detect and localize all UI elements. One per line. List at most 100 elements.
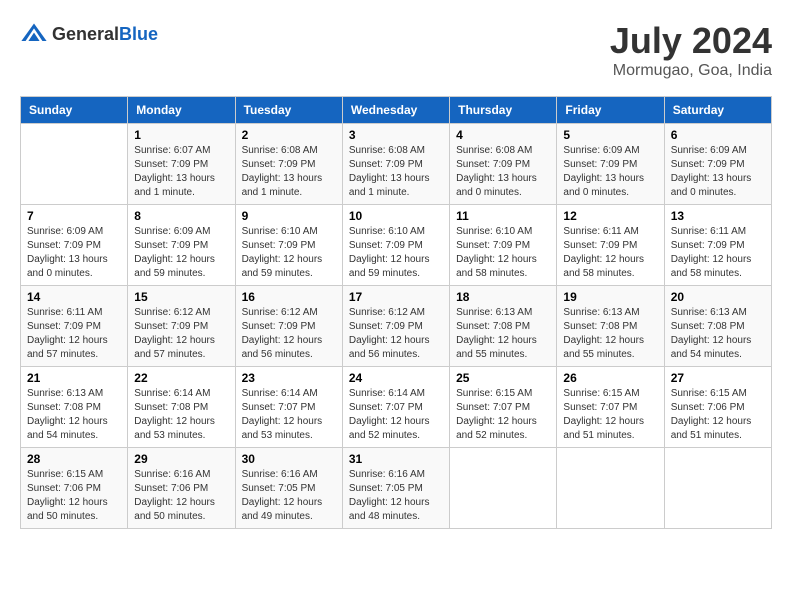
day-number: 19 <box>563 290 657 304</box>
day-number: 5 <box>563 128 657 142</box>
logo-general-text: General <box>52 24 119 44</box>
day-info: Sunrise: 6:12 AMSunset: 7:09 PMDaylight:… <box>134 306 228 362</box>
cell-w5-d6 <box>557 448 664 529</box>
day-number: 28 <box>27 452 121 466</box>
day-number: 25 <box>456 371 550 385</box>
week-row-5: 28 Sunrise: 6:15 AMSunset: 7:06 PMDayligh… <box>21 448 772 529</box>
day-number: 16 <box>242 290 336 304</box>
cell-w5-d3: 30Sunrise: 6:16 AMSunset: 7:05 PMDayligh… <box>235 448 342 529</box>
cell-w2-d1: 7 Sunrise: 6:09 AMSunset: 7:09 PMDaylight… <box>21 205 128 286</box>
week-row-3: 14 Sunrise: 6:11 AMSunset: 7:09 PMDayligh… <box>21 286 772 367</box>
cell-w1-d1 <box>21 124 128 205</box>
cell-w3-d3: 16 Sunrise: 6:12 AMSunset: 7:09 PMDayligh… <box>235 286 342 367</box>
logo: GeneralBlue <box>20 20 158 48</box>
header-saturday: Saturday <box>664 97 771 124</box>
day-number: 21 <box>27 371 121 385</box>
day-info: Sunrise: 6:16 AMSunset: 7:06 PMDaylight:… <box>134 468 228 524</box>
day-number: 14 <box>27 290 121 304</box>
day-number: 1 <box>134 128 228 142</box>
cell-w3-d6: 19 Sunrise: 6:13 AMSunset: 7:08 PMDayligh… <box>557 286 664 367</box>
cell-w4-d5: 25 Sunrise: 6:15 AMSunset: 7:07 PMDayligh… <box>450 367 557 448</box>
day-info: Sunrise: 6:15 AMSunset: 7:06 PMDaylight:… <box>27 468 121 524</box>
day-number: 24 <box>349 371 443 385</box>
cell-w2-d4: 10 Sunrise: 6:10 AMSunset: 7:09 PMDayligh… <box>342 205 449 286</box>
cell-w3-d7: 20Sunrise: 6:13 AMSunset: 7:08 PMDayligh… <box>664 286 771 367</box>
day-number: 2 <box>242 128 336 142</box>
week-row-4: 21 Sunrise: 6:13 AMSunset: 7:08 PMDayligh… <box>21 367 772 448</box>
day-info: Sunrise: 6:15 AMSunset: 7:06 PMDaylight:… <box>671 387 765 443</box>
header-sunday: Sunday <box>21 97 128 124</box>
day-number: 4 <box>456 128 550 142</box>
header-tuesday: Tuesday <box>235 97 342 124</box>
cell-w4-d6: 26 Sunrise: 6:15 AMSunset: 7:07 PMDayligh… <box>557 367 664 448</box>
cell-w1-d7: 6 Sunrise: 6:09 AMSunset: 7:09 PMDaylight… <box>664 124 771 205</box>
day-number: 11 <box>456 209 550 223</box>
day-info: Sunrise: 6:11 AMSunset: 7:09 PMDaylight:… <box>27 306 121 362</box>
header-monday: Monday <box>128 97 235 124</box>
day-info: Sunrise: 6:14 AMSunset: 7:07 PMDaylight:… <box>349 387 443 443</box>
cell-w4-d3: 23 Sunrise: 6:14 AMSunset: 7:07 PMDayligh… <box>235 367 342 448</box>
day-info: Sunrise: 6:14 AMSunset: 7:08 PMDaylight:… <box>134 387 228 443</box>
day-info: Sunrise: 6:12 AMSunset: 7:09 PMDaylight:… <box>242 306 336 362</box>
week-row-2: 7 Sunrise: 6:09 AMSunset: 7:09 PMDaylight… <box>21 205 772 286</box>
cell-w3-d2: 15Sunrise: 6:12 AMSunset: 7:09 PMDayligh… <box>128 286 235 367</box>
day-number: 17 <box>349 290 443 304</box>
day-number: 31 <box>349 452 443 466</box>
day-number: 27 <box>671 371 765 385</box>
day-info: Sunrise: 6:15 AMSunset: 7:07 PMDaylight:… <box>456 387 550 443</box>
cell-w1-d6: 5 Sunrise: 6:09 AMSunset: 7:09 PMDaylight… <box>557 124 664 205</box>
day-number: 6 <box>671 128 765 142</box>
day-info: Sunrise: 6:14 AMSunset: 7:07 PMDaylight:… <box>242 387 336 443</box>
day-number: 26 <box>563 371 657 385</box>
day-info: Sunrise: 6:09 AMSunset: 7:09 PMDaylight:… <box>671 144 765 200</box>
cell-w4-d2: 22 Sunrise: 6:14 AMSunset: 7:08 PMDayligh… <box>128 367 235 448</box>
header-friday: Friday <box>557 97 664 124</box>
calendar-body: 1 Sunrise: 6:07 AMSunset: 7:09 PMDaylight… <box>21 124 772 529</box>
day-info: Sunrise: 6:12 AMSunset: 7:09 PMDaylight:… <box>349 306 443 362</box>
cell-w4-d1: 21 Sunrise: 6:13 AMSunset: 7:08 PMDayligh… <box>21 367 128 448</box>
day-info: Sunrise: 6:13 AMSunset: 7:08 PMDaylight:… <box>27 387 121 443</box>
day-info: Sunrise: 6:13 AMSunset: 7:08 PMDaylight:… <box>456 306 550 362</box>
cell-w4-d7: 27 Sunrise: 6:15 AMSunset: 7:06 PMDayligh… <box>664 367 771 448</box>
logo-blue-text: Blue <box>119 24 158 44</box>
logo-icon <box>20 20 48 48</box>
cell-w2-d5: 11 Sunrise: 6:10 AMSunset: 7:09 PMDayligh… <box>450 205 557 286</box>
cell-w2-d7: 13 Sunrise: 6:11 AMSunset: 7:09 PMDayligh… <box>664 205 771 286</box>
header-wednesday: Wednesday <box>342 97 449 124</box>
day-number: 7 <box>27 209 121 223</box>
cell-w4-d4: 24 Sunrise: 6:14 AMSunset: 7:07 PMDayligh… <box>342 367 449 448</box>
cell-w3-d5: 18 Sunrise: 6:13 AMSunset: 7:08 PMDayligh… <box>450 286 557 367</box>
cell-w5-d2: 29 Sunrise: 6:16 AMSunset: 7:06 PMDayligh… <box>128 448 235 529</box>
day-info: Sunrise: 6:15 AMSunset: 7:07 PMDaylight:… <box>563 387 657 443</box>
day-info: Sunrise: 6:09 AMSunset: 7:09 PMDaylight:… <box>563 144 657 200</box>
day-number: 18 <box>456 290 550 304</box>
cell-w5-d1: 28 Sunrise: 6:15 AMSunset: 7:06 PMDayligh… <box>21 448 128 529</box>
day-number: 29 <box>134 452 228 466</box>
cell-w5-d5 <box>450 448 557 529</box>
day-info: Sunrise: 6:09 AMSunset: 7:09 PMDaylight:… <box>27 225 121 281</box>
day-number: 9 <box>242 209 336 223</box>
header-thursday: Thursday <box>450 97 557 124</box>
cell-w5-d7 <box>664 448 771 529</box>
title-block: July 2024 Mormugao, Goa, India <box>610 20 772 80</box>
cell-w2-d3: 9Sunrise: 6:10 AMSunset: 7:09 PMDaylight… <box>235 205 342 286</box>
cell-w1-d2: 1 Sunrise: 6:07 AMSunset: 7:09 PMDaylight… <box>128 124 235 205</box>
location-subtitle: Mormugao, Goa, India <box>610 62 772 80</box>
month-year-title: July 2024 <box>610 20 772 62</box>
day-info: Sunrise: 6:13 AMSunset: 7:08 PMDaylight:… <box>563 306 657 362</box>
day-number: 13 <box>671 209 765 223</box>
day-info: Sunrise: 6:10 AMSunset: 7:09 PMDaylight:… <box>349 225 443 281</box>
day-number: 10 <box>349 209 443 223</box>
day-info: Sunrise: 6:16 AMSunset: 7:05 PMDaylight:… <box>349 468 443 524</box>
day-info: Sunrise: 6:13 AMSunset: 7:08 PMDaylight:… <box>671 306 765 362</box>
days-of-week-row: Sunday Monday Tuesday Wednesday Thursday… <box>21 97 772 124</box>
day-info: Sunrise: 6:10 AMSunset: 7:09 PMDaylight:… <box>456 225 550 281</box>
day-number: 30 <box>242 452 336 466</box>
day-number: 22 <box>134 371 228 385</box>
cell-w5-d4: 31 Sunrise: 6:16 AMSunset: 7:05 PMDayligh… <box>342 448 449 529</box>
day-info: Sunrise: 6:11 AMSunset: 7:09 PMDaylight:… <box>671 225 765 281</box>
day-info: Sunrise: 6:08 AMSunset: 7:09 PMDaylight:… <box>242 144 336 200</box>
day-info: Sunrise: 6:07 AMSunset: 7:09 PMDaylight:… <box>134 144 228 200</box>
page-header: GeneralBlue July 2024 Mormugao, Goa, Ind… <box>20 20 772 80</box>
day-number: 23 <box>242 371 336 385</box>
